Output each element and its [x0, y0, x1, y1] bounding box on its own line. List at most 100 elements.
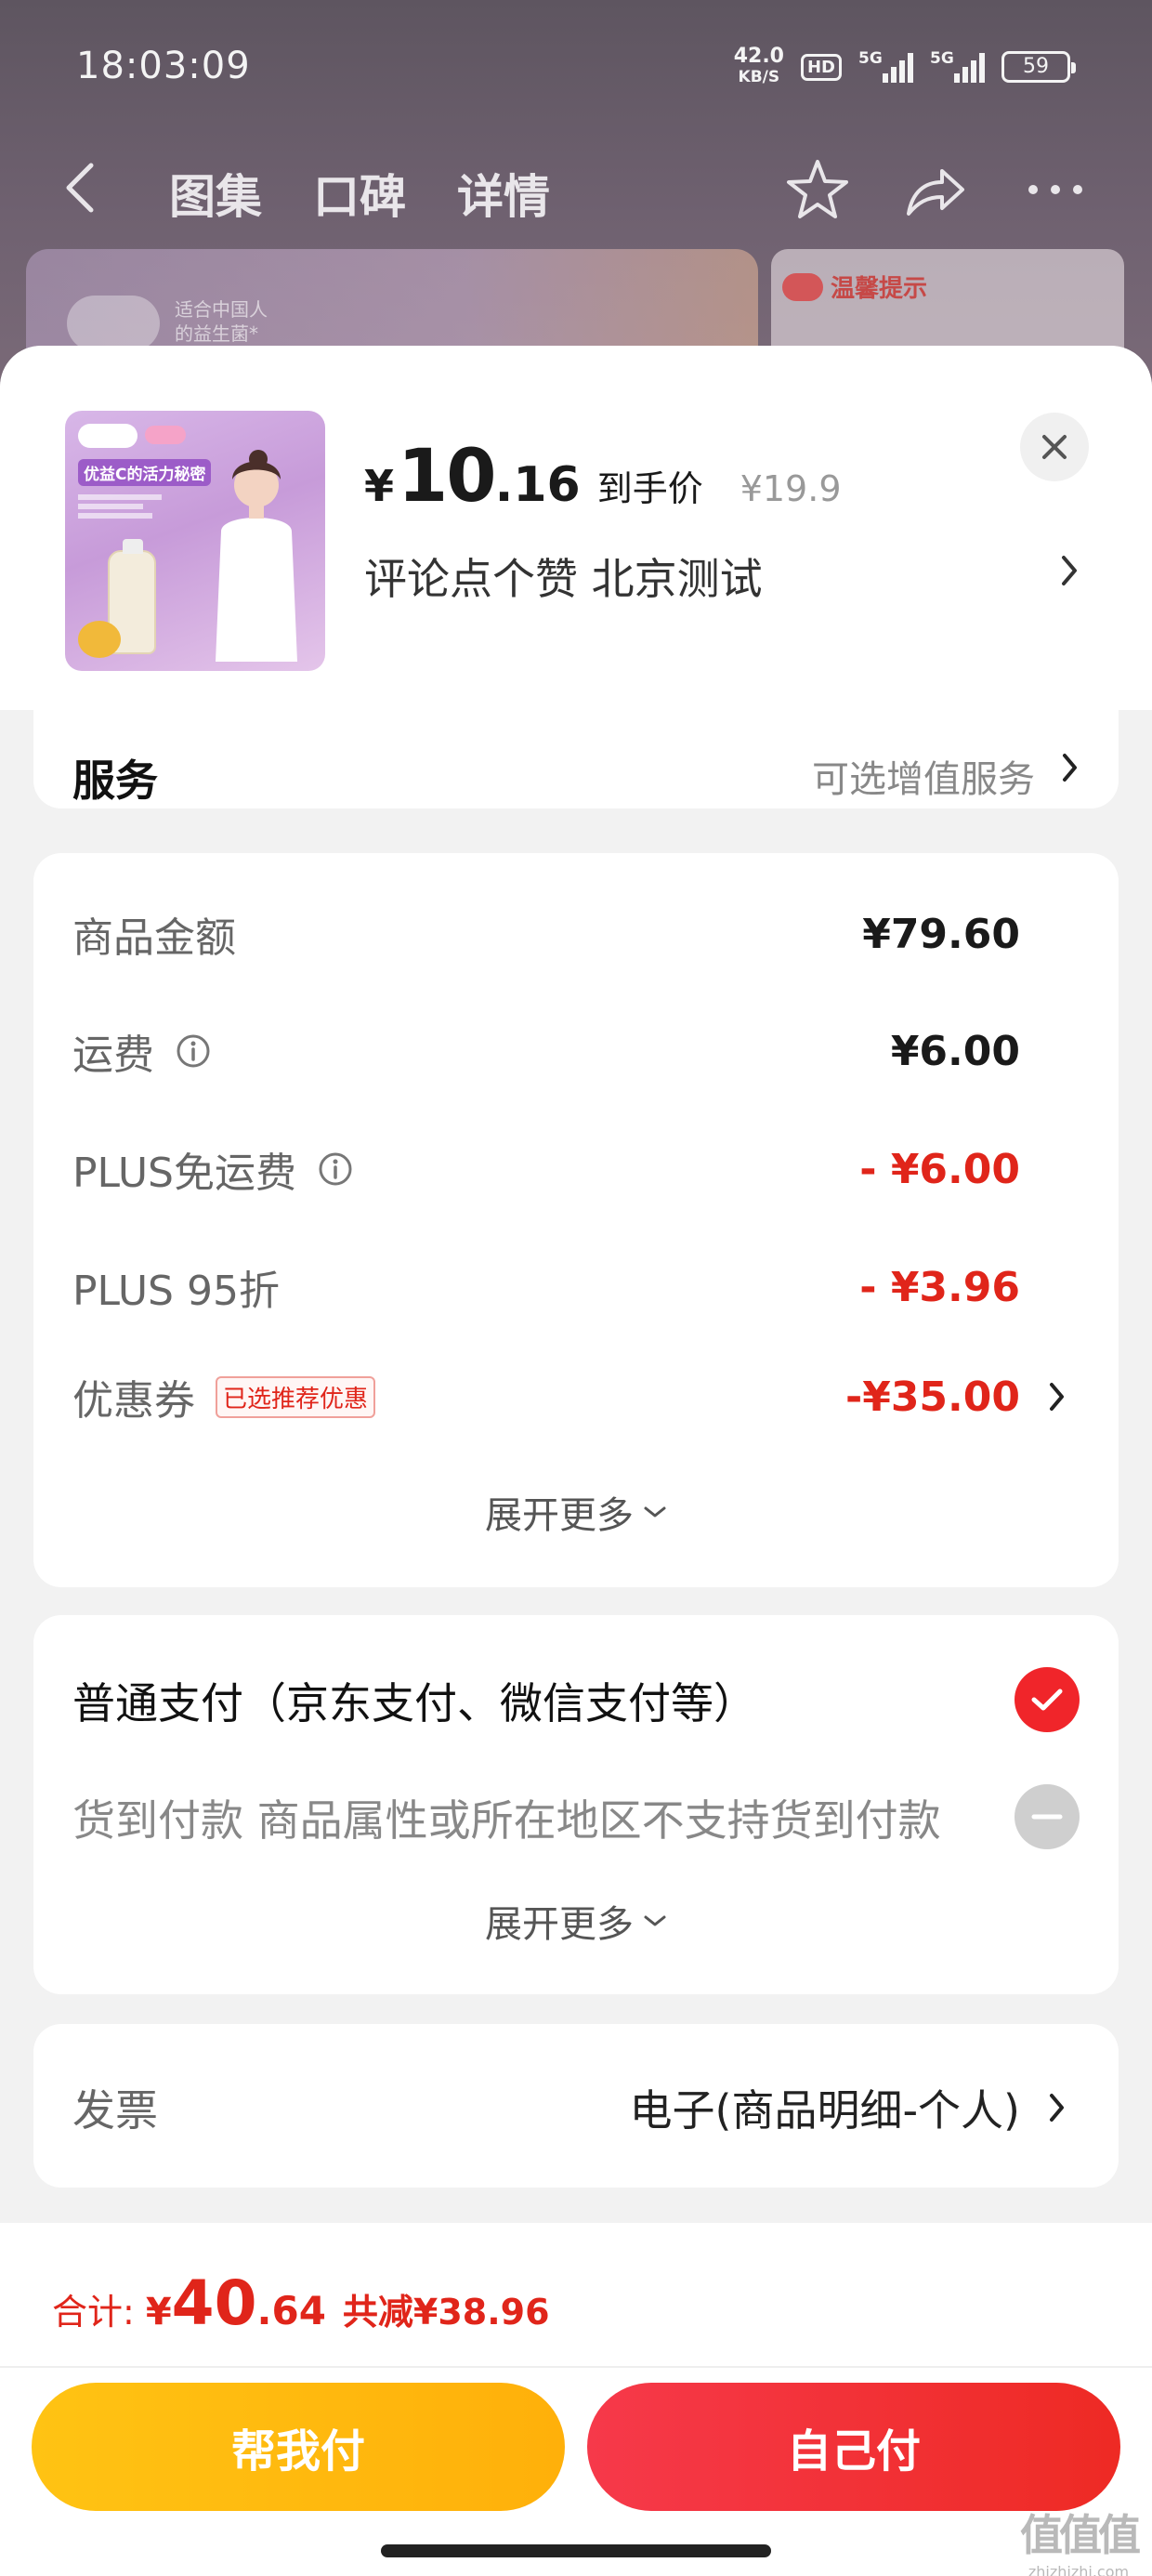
watermark-logo: 值值值	[1020, 2510, 1141, 2560]
total-currency: ¥	[145, 2291, 172, 2333]
thumb-lines	[78, 491, 162, 522]
cod-pay-disabled-indicator	[1015, 1784, 1080, 1849]
chevron-down-icon	[644, 1915, 666, 1926]
banner-text-line-1: 适合中国人	[175, 298, 268, 321]
final-price-label: 到手价	[596, 468, 703, 509]
network-speed-value: 42.0	[733, 45, 784, 68]
plus-free-shipping-value: - ¥6.00	[859, 1145, 1020, 1193]
watermark: 值值值 zhizhizhi.com	[1015, 2502, 1143, 2576]
home-indicator[interactable]	[381, 2544, 771, 2557]
thumb-title: 优益C的活力秘密	[78, 459, 212, 486]
tab-gallery[interactable]: 图集	[169, 160, 262, 227]
payment-card: 普通支付（京东支付、微信支付等） 货到付款 商品属性或所在地区不支持货到付款 展…	[33, 1615, 1119, 1994]
plus-discount-value: - ¥3.96	[859, 1263, 1020, 1311]
shipping-value: ¥6.00	[890, 1027, 1020, 1075]
price-currency: ¥	[364, 461, 395, 511]
goods-amount-label: 商品金额	[72, 914, 236, 962]
plus-free-shipping-label: PLUS免运费	[72, 1150, 296, 1197]
chevron-right-icon[interactable]	[1059, 552, 1080, 589]
product-subtitle[interactable]: 评论点个赞 北京测试	[364, 545, 763, 607]
checkout-footer: 合计: ¥ 40 .64 共减¥38.96 帮我付 自己付 值值值 zhizhi…	[0, 2223, 1152, 2576]
status-time: 18:03:09	[76, 45, 251, 87]
product-tabs: 图集 口碑 详情	[169, 160, 550, 227]
shipping-label: 运费	[72, 1032, 154, 1079]
network-speed-unit: KB/S	[738, 68, 780, 86]
service-title: 服务	[72, 756, 158, 806]
back-arrow-icon[interactable]	[61, 160, 98, 216]
invoice-label: 发票	[72, 2085, 158, 2136]
product-nav-bar: 图集 口碑 详情	[0, 139, 1152, 242]
share-icon[interactable]	[899, 154, 970, 225]
row-shipping: 运费 ¥6.00	[72, 1019, 1080, 1084]
status-indicators: 42.0 KB/S HD 5G 5G 59	[734, 46, 1076, 87]
product-price: ¥ 10 .16 到手价 ¥19.9	[364, 435, 842, 519]
signal-label-2: 5G	[930, 49, 954, 68]
normal-pay-checkbox[interactable]	[1015, 1667, 1080, 1732]
row-plus-discount: PLUS 95折 - ¥3.96	[72, 1255, 1080, 1320]
coupon-value: -¥35.00	[844, 1373, 1020, 1421]
signal-icon-2: 5G	[930, 49, 985, 83]
fruit-image	[78, 621, 121, 658]
background-product-page: 18:03:09 42.0 KB/S HD 5G 5G 59 图集 口碑 详情	[0, 0, 1152, 390]
row-invoice: 发票 电子(商品明细-个人)	[72, 2070, 1080, 2145]
amounts-expand-more[interactable]: 展开更多	[33, 1485, 1119, 1539]
product-thumbnail[interactable]: 优益C的活力秘密	[65, 411, 325, 671]
payment-expand-more[interactable]: 展开更多	[33, 1894, 1119, 1948]
amounts-card: 商品金额 ¥79.60 运费 ¥6.00 PLUS免运费 - ¥6.00 PLU…	[33, 853, 1119, 1587]
close-button[interactable]	[1020, 413, 1089, 481]
brand-logo-icon	[782, 272, 823, 301]
price-decimal: .16	[494, 457, 581, 513]
star-icon[interactable]	[782, 154, 853, 225]
row-coupon[interactable]: 优惠券 已选推荐优惠 -¥35.00	[72, 1364, 1080, 1429]
banner-logo	[67, 296, 160, 351]
tab-reviews[interactable]: 口碑	[313, 160, 406, 227]
total-integer: 40	[171, 2267, 257, 2339]
warm-tip-label: 温馨提示	[831, 275, 928, 303]
banner-text-line-2: 的益生菌*	[175, 322, 258, 345]
price-integer: 10	[398, 435, 497, 519]
coupon-label: 优惠券	[72, 1377, 195, 1425]
payment-option-cod: 货到付款 商品属性或所在地区不支持货到付款	[72, 1781, 1080, 1855]
row-plus-free-shipping: PLUS免运费 - ¥6.00	[72, 1137, 1080, 1202]
payment-option-normal[interactable]: 普通支付（京东支付、微信支付等）	[72, 1663, 1080, 1738]
cod-pay-label: 货到付款 商品属性或所在地区不支持货到付款	[72, 1795, 941, 1846]
invoice-value: 电子(商品明细-个人)	[629, 2085, 1021, 2136]
info-icon[interactable]	[175, 1032, 212, 1070]
thumb-brand-logo	[78, 424, 137, 448]
coupon-recommended-badge: 已选推荐优惠	[216, 1375, 376, 1418]
battery-icon: 59	[1001, 51, 1076, 83]
invoice-card[interactable]: 发票 电子(商品明细-个人)	[33, 2024, 1119, 2188]
chevron-down-icon	[644, 1506, 666, 1518]
payment-expand-label: 展开更多	[485, 1903, 634, 1946]
hd-icon: HD	[800, 53, 842, 81]
help-me-pay-button[interactable]: 帮我付	[32, 2383, 565, 2511]
service-card[interactable]: 服务 可选增值服务	[33, 690, 1119, 808]
plus-discount-label: PLUS 95折	[72, 1268, 280, 1315]
warm-tip: 温馨提示	[782, 269, 927, 304]
tab-details[interactable]: 详情	[457, 160, 550, 227]
chevron-right-icon	[1050, 2094, 1064, 2122]
sheet-header: 优益C的活力秘密 ¥ 10 .16 到手价 ¥19.9 评论点个赞 北京测试	[0, 346, 1152, 710]
signal-label-1: 5G	[858, 49, 883, 68]
amounts-expand-label: 展开更多	[485, 1494, 634, 1537]
total-saved: 共减¥38.96	[342, 2292, 550, 2333]
service-hint: 可选增值服务	[812, 758, 1035, 801]
total-label: 合计:	[52, 2292, 135, 2333]
minus-icon	[1031, 1814, 1063, 1820]
original-price: ¥19.9	[740, 468, 842, 509]
more-icon[interactable]	[1020, 154, 1091, 225]
banner-text: 适合中国人 的益生菌*	[175, 297, 268, 346]
pay-myself-button[interactable]: 自己付	[587, 2383, 1120, 2511]
network-speed: 42.0 KB/S	[734, 46, 784, 87]
order-total: 合计: ¥ 40 .64 共减¥38.96	[52, 2267, 550, 2339]
info-icon[interactable]	[317, 1150, 354, 1188]
checkmark-icon	[1031, 1689, 1063, 1711]
normal-pay-label: 普通支付（京东支付、微信支付等）	[72, 1678, 756, 1728]
signal-icon-1: 5G	[858, 49, 913, 83]
footer-divider	[0, 2366, 1152, 2368]
total-decimal: .64	[256, 2288, 326, 2333]
chevron-right-icon	[1050, 1383, 1064, 1411]
status-bar: 18:03:09 42.0 KB/S HD 5G 5G 59	[0, 0, 1152, 130]
close-icon	[1042, 435, 1067, 459]
watermark-url: zhizhizhi.com	[1028, 2563, 1130, 2576]
